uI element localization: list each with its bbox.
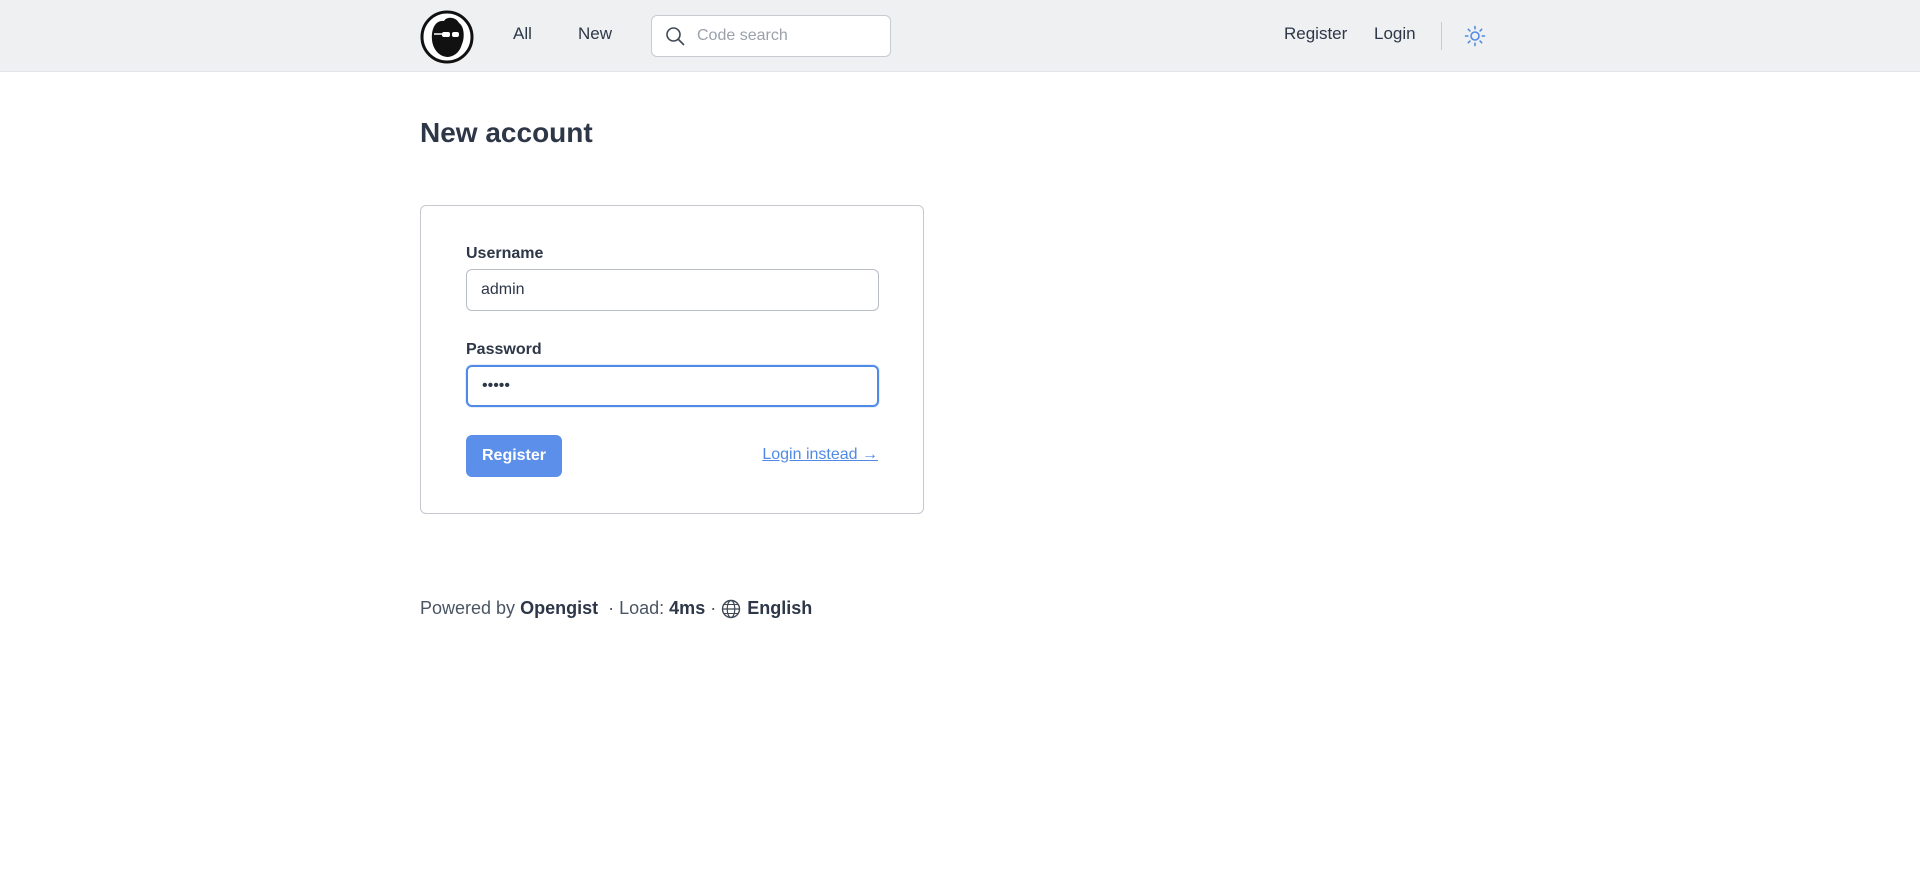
page-title: New account bbox=[420, 117, 593, 148]
opengist-footer-link[interactable]: Opengist bbox=[520, 598, 598, 619]
nav-divider bbox=[1441, 22, 1442, 50]
load-label: · Load: bbox=[608, 598, 665, 618]
username-label: Username bbox=[466, 245, 544, 262]
globe-icon[interactable] bbox=[721, 599, 741, 619]
top-navbar: All New Register Login bbox=[0, 0, 1920, 72]
opengist-logo[interactable] bbox=[420, 10, 474, 64]
register-button[interactable]: Register bbox=[466, 435, 562, 477]
footer-separator: · bbox=[710, 598, 717, 618]
search-icon bbox=[666, 27, 685, 46]
login-instead-link[interactable]: Login instead → bbox=[762, 446, 878, 464]
code-search[interactable] bbox=[651, 15, 891, 57]
password-label: Password bbox=[466, 341, 542, 358]
search-input[interactable] bbox=[697, 16, 882, 56]
load-value: 4ms bbox=[669, 598, 706, 618]
register-form: Username Password Register Login instead… bbox=[420, 205, 924, 514]
footer: Powered by Opengist · Load: 4ms · Englis… bbox=[420, 598, 812, 619]
language-selector[interactable]: English bbox=[747, 598, 812, 619]
username-field[interactable] bbox=[466, 269, 879, 311]
nav-all[interactable]: All bbox=[513, 24, 532, 44]
nav-new[interactable]: New bbox=[578, 24, 612, 44]
register-link[interactable]: Register bbox=[1284, 24, 1347, 44]
login-link[interactable]: Login bbox=[1374, 24, 1416, 44]
sun-icon[interactable] bbox=[1464, 25, 1486, 47]
password-field[interactable] bbox=[466, 365, 879, 407]
powered-by-text: Powered by bbox=[420, 598, 516, 618]
